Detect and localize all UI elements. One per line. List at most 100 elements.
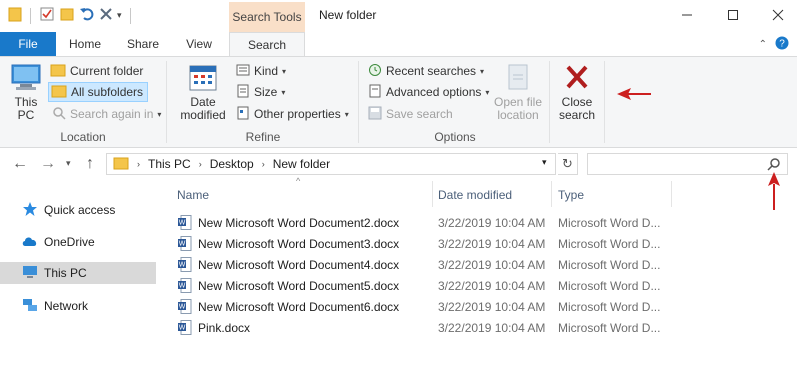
recent-locations-icon[interactable]: ▾ xyxy=(66,158,71,169)
search-again-in-label: Search again in xyxy=(70,107,154,121)
all-subfolders-label: All subfolders xyxy=(71,85,144,99)
open-file-location-label: Open file location xyxy=(493,95,543,122)
new-folder-icon[interactable] xyxy=(59,6,75,25)
file-name-cell[interactable]: W New Microsoft Word Document6.docx xyxy=(178,299,399,314)
kind-icon xyxy=(236,63,250,80)
address-bar[interactable]: › This PC › Desktop › New folder xyxy=(106,153,556,175)
table-row[interactable]: W New Microsoft Word Document6.docx 3/22/2… xyxy=(172,296,672,317)
word-document-icon: W xyxy=(178,215,192,230)
table-row[interactable]: W Pink.docx 3/22/2019 10:04 AM Microsoft Wo… xyxy=(172,317,672,338)
svg-text:W: W xyxy=(179,241,186,248)
chevron-down-icon: ▾ xyxy=(157,109,162,119)
breadcrumb-new-folder[interactable]: New folder xyxy=(273,157,330,171)
refresh-button[interactable]: ↻ xyxy=(558,153,578,175)
size-button[interactable]: Size ▾ xyxy=(236,82,285,102)
chevron-right-icon: › xyxy=(198,159,202,169)
undo-icon[interactable] xyxy=(79,6,95,25)
column-header-type[interactable]: Type xyxy=(558,184,584,206)
open-file-location-button[interactable]: Open file location xyxy=(492,63,544,122)
chevron-down-icon: ▾ xyxy=(282,66,287,76)
table-row[interactable]: W New Microsoft Word Document5.docx 3/22/2… xyxy=(172,275,672,296)
nav-item-this-pc[interactable]: This PC xyxy=(0,262,156,284)
divider xyxy=(549,61,550,143)
up-arrow-icon[interactable]: ↑ xyxy=(86,155,94,173)
file-name-cell[interactable]: W Pink.docx xyxy=(178,320,250,335)
this-pc-button[interactable]: This PC xyxy=(8,63,44,122)
breadcrumb-this-pc[interactable]: This PC xyxy=(148,157,191,171)
minimize-button[interactable] xyxy=(664,0,710,30)
chevron-right-icon: › xyxy=(137,159,140,169)
file-name-cell[interactable]: W New Microsoft Word Document4.docx xyxy=(178,257,399,272)
table-row[interactable]: W New Microsoft Word Document4.docx 3/22/2… xyxy=(172,254,672,275)
open-file-location-icon xyxy=(505,63,531,96)
file-name-cell[interactable]: W New Microsoft Word Document3.docx xyxy=(178,236,399,251)
size-label: Size xyxy=(254,85,278,99)
quick-access-toolbar: ▾ xyxy=(8,6,135,25)
file-type: Microsoft Word D... xyxy=(558,216,661,230)
back-arrow-icon[interactable]: ← xyxy=(12,155,28,173)
computer-icon xyxy=(10,63,42,96)
nav-item-onedrive[interactable]: OneDrive xyxy=(0,231,156,253)
tab-view[interactable]: View xyxy=(176,32,222,56)
tab-search[interactable]: Search xyxy=(229,32,305,57)
recent-searches-label: Recent searches xyxy=(386,64,477,78)
kind-label: Kind xyxy=(254,64,279,78)
cloud-icon xyxy=(22,235,38,250)
address-dropdown-icon[interactable]: ▾ xyxy=(542,157,547,168)
customize-toolbar-icon[interactable]: ▾ xyxy=(117,10,122,21)
breadcrumb-desktop[interactable]: Desktop xyxy=(210,157,254,171)
file-name-cell[interactable]: W New Microsoft Word Document2.docx xyxy=(178,215,399,230)
close-search-button[interactable]: Close search xyxy=(556,63,598,122)
forward-arrow-icon[interactable]: → xyxy=(40,155,56,173)
help-icon[interactable]: ? xyxy=(775,36,789,53)
tab-share[interactable]: Share xyxy=(120,32,166,56)
save-search-button[interactable]: Save search xyxy=(368,104,453,124)
close-window-button[interactable] xyxy=(755,0,797,30)
nav-item-label: Network xyxy=(44,299,89,313)
file-date: 3/22/2019 10:04 AM xyxy=(438,258,546,272)
divider xyxy=(604,61,605,143)
chevron-right-icon: › xyxy=(261,159,265,169)
network-icon xyxy=(22,298,38,315)
folder-icon xyxy=(8,6,22,25)
other-properties-button[interactable]: Other properties ▾ xyxy=(236,104,349,124)
collapse-ribbon-icon[interactable]: ⌃ xyxy=(759,39,767,50)
document-icon xyxy=(236,84,250,101)
column-divider[interactable] xyxy=(432,181,433,207)
date-modified-button[interactable]: Date modified xyxy=(172,63,234,122)
annotation-arrow-left xyxy=(617,88,651,100)
table-row[interactable]: W New Microsoft Word Document3.docx 3/22/2… xyxy=(172,233,672,254)
divider xyxy=(129,7,131,24)
column-divider[interactable] xyxy=(551,181,552,207)
folder-icon xyxy=(51,84,67,101)
divider xyxy=(358,61,359,143)
document-icon xyxy=(368,84,382,101)
current-folder-button[interactable]: Current folder xyxy=(50,61,143,81)
window-title: New folder xyxy=(319,8,377,22)
sort-indicator-icon: ^ xyxy=(296,176,301,186)
ribbon: This PC Current folder All subfolders Se… xyxy=(0,56,797,148)
column-header-date-modified[interactable]: Date modified xyxy=(438,184,512,206)
kind-button[interactable]: Kind ▾ xyxy=(236,61,286,81)
table-row[interactable]: W New Microsoft Word Document2.docx 3/22/2… xyxy=(172,212,672,233)
recent-searches-button[interactable]: Recent searches ▾ xyxy=(368,61,484,81)
all-subfolders-button[interactable]: All subfolders xyxy=(48,82,149,102)
search-again-in-button[interactable]: Search again in ▾ xyxy=(52,104,161,124)
navigation-pane: Quick access OneDrive This PC Network xyxy=(0,180,158,365)
tab-home[interactable]: Home xyxy=(62,32,108,56)
file-name-cell[interactable]: W New Microsoft Word Document5.docx xyxy=(178,278,399,293)
save-icon xyxy=(368,106,382,123)
svg-text:W: W xyxy=(179,220,186,227)
nav-item-network[interactable]: Network xyxy=(0,295,156,317)
nav-item-quick-access[interactable]: Quick access xyxy=(0,199,156,221)
column-header-name[interactable]: Name xyxy=(177,184,209,206)
advanced-options-button[interactable]: Advanced options ▾ xyxy=(368,82,489,102)
maximize-button[interactable] xyxy=(710,0,756,30)
nav-item-label: This PC xyxy=(44,266,87,280)
search-input[interactable] xyxy=(587,153,788,175)
delete-icon[interactable] xyxy=(99,7,113,24)
file-name: New Microsoft Word Document4.docx xyxy=(198,257,400,272)
tab-file[interactable]: File xyxy=(0,32,56,56)
properties-icon[interactable] xyxy=(39,6,55,25)
column-divider[interactable] xyxy=(671,181,672,207)
